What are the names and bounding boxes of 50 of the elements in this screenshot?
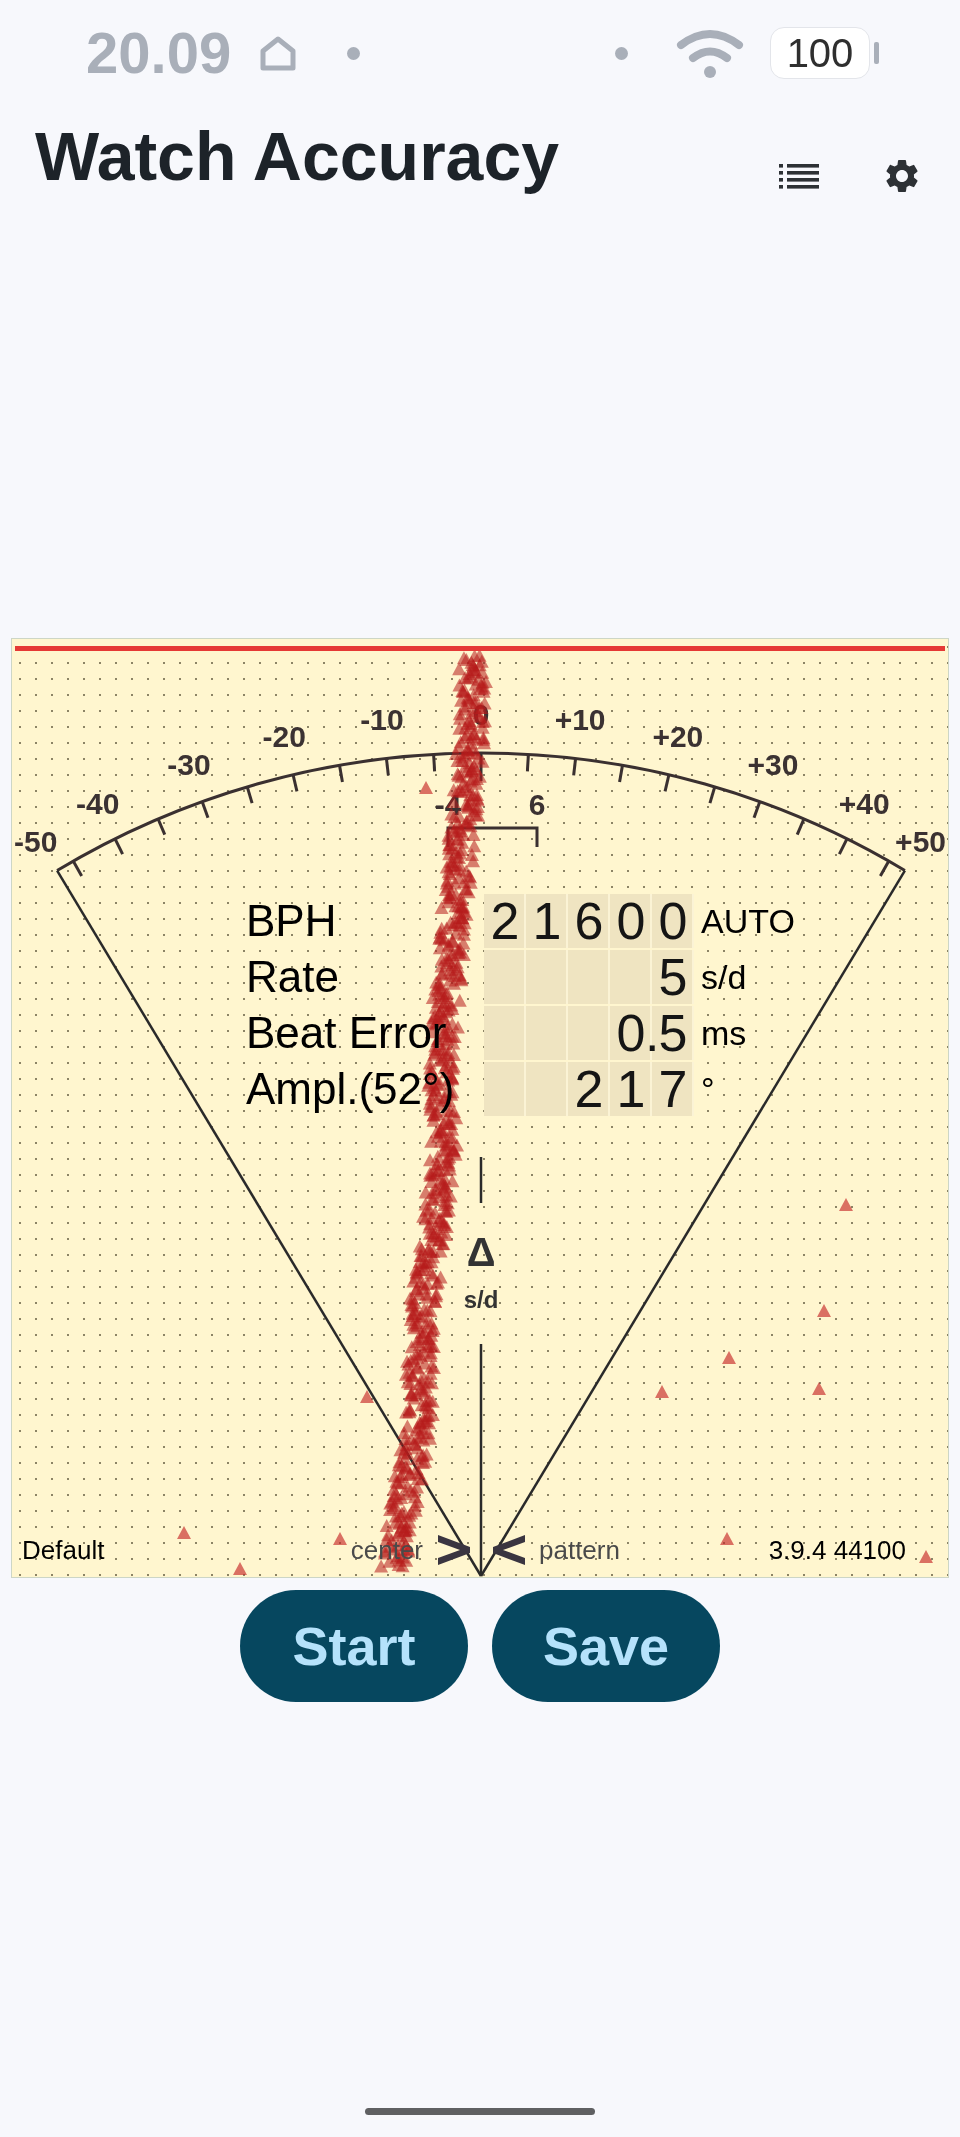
triangle-marker [722,1351,736,1364]
triangle-marker [233,1562,247,1575]
battery-level: 100 [770,27,870,79]
scale-label: -30 [167,748,211,782]
scale-label: +30 [747,748,799,782]
delta-symbol: Δ [466,1230,496,1274]
house-icon [259,34,298,72]
triangle-marker [360,1390,374,1403]
chevron-left-icon [491,1532,527,1568]
list-icon[interactable] [779,163,819,189]
profile-label: Default [22,1534,105,1567]
triangle-marker [419,781,433,794]
action-button[interactable]: Save [492,1590,720,1702]
battery-tip-icon [874,42,879,64]
reading-unit: AUTO [701,901,795,942]
triangle-marker [812,1382,826,1395]
triangle-marker [177,1526,191,1539]
reading-value: 0.5 [484,1006,694,1060]
chevron-right-icon [436,1532,472,1568]
triangle-marker [720,1532,734,1545]
triangle-marker [919,1550,933,1563]
scale-label: +20 [652,720,704,754]
scale-label: -40 [76,787,120,821]
reading-label: BPH [246,895,338,947]
scale-label: -10 [360,703,404,737]
scale-label: +10 [554,703,606,737]
scale-label: -50 [14,824,58,858]
reading-unit: ms [701,1013,747,1054]
version-label: 3.9.4 44100 [768,1534,906,1567]
triangle-marker [839,1198,853,1211]
scale-label: -20 [262,720,306,754]
triangle-marker [655,1385,669,1398]
triangle-marker [333,1532,347,1545]
scale-label: +40 [838,787,890,821]
action-button[interactable]: Start [240,1590,468,1702]
dot-icon [347,46,361,60]
triangle-marker [817,1304,831,1317]
center-dash [479,1157,483,1203]
reading-label: Rate [246,951,340,1003]
reading-unit: s/d [701,957,747,998]
delta-unit: s/d [463,1285,499,1313]
range-label: 6 [528,787,546,821]
status-time: 20.09 [86,24,232,82]
reading-value: 5 [484,950,694,1004]
reading-unit: ° [701,1069,715,1110]
dot-icon [615,46,628,60]
wifi-icon [675,27,745,79]
app-title: Watch Accuracy [35,117,560,196]
scale-label: +50 [895,824,946,858]
pattern-label: pattern [539,1534,620,1567]
